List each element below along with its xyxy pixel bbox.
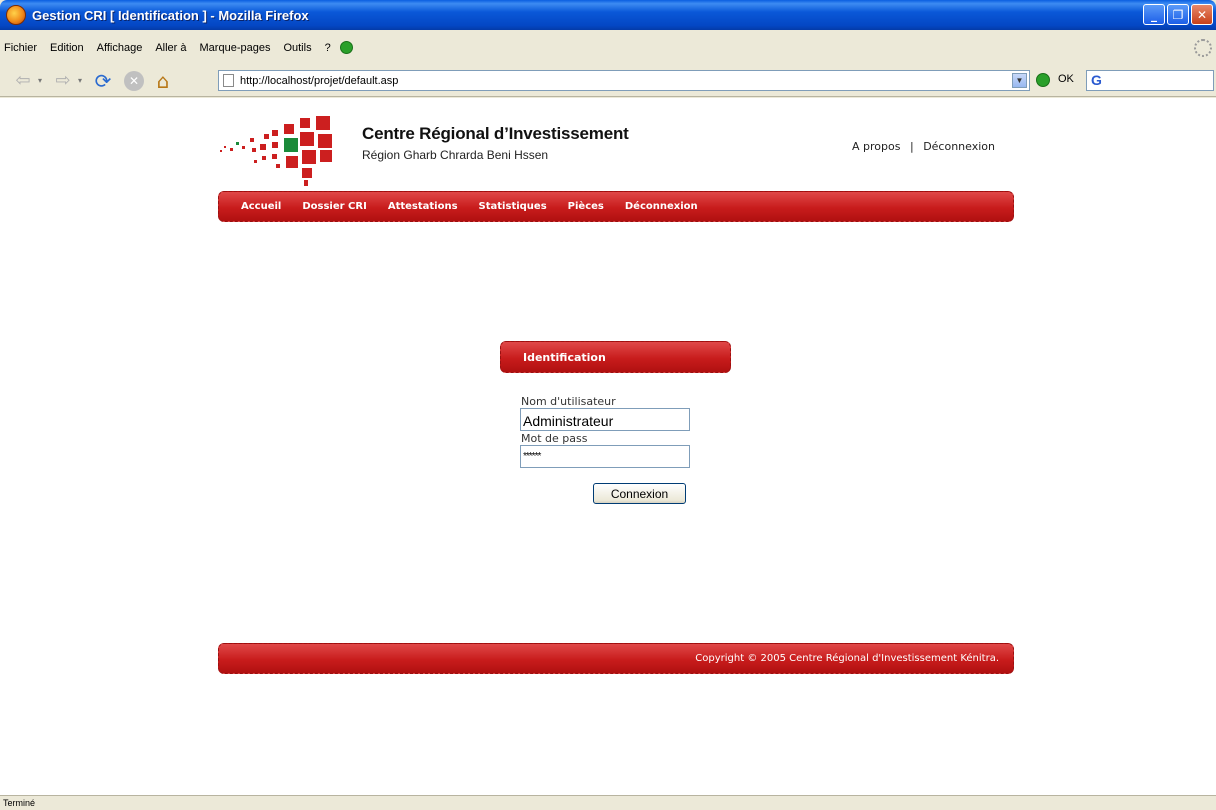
firefox-icon [6, 5, 26, 25]
password-field[interactable] [520, 445, 690, 468]
nav-pieces[interactable]: Pièces [568, 201, 604, 212]
throbber-icon [1194, 39, 1212, 57]
back-dropdown-icon[interactable]: ▾ [36, 70, 44, 92]
forward-arrow-icon[interactable]: ⇨ [52, 70, 74, 92]
stop-icon[interactable]: ✕ [124, 70, 144, 91]
nav-attestations[interactable]: Attestations [388, 201, 458, 212]
go-icon[interactable] [1036, 73, 1050, 87]
status-bar: Terminé [0, 795, 1216, 810]
reload-icon[interactable]: ⟳ [92, 69, 114, 93]
page-content: Centre Régional d’Investissement Région … [0, 98, 1216, 795]
menu-marque-pages[interactable]: Marque-pages [200, 42, 271, 54]
window-title-bar: Gestion CRI [ Identification ] - Mozilla… [0, 0, 1216, 30]
menu-edition[interactable]: Edition [50, 42, 84, 54]
menu-fichier[interactable]: Fichier [4, 42, 37, 54]
nav-accueil[interactable]: Accueil [241, 201, 281, 212]
status-text: Terminé [3, 798, 36, 808]
extension-icon[interactable] [339, 41, 353, 54]
username-field[interactable] [520, 408, 690, 431]
footer-bar: Copyright © 2005 Centre Régional d'Inves… [218, 643, 1014, 674]
maximize-button[interactable]: ❐ [1167, 4, 1189, 25]
login-header: Identification [500, 341, 731, 373]
menu-affichage[interactable]: Affichage [97, 42, 143, 54]
copyright-text: Copyright © 2005 Centre Régional d'Inves… [695, 653, 999, 664]
main-navigation: Accueil Dossier CRI Attestations Statist… [218, 191, 1014, 222]
menu-outils[interactable]: Outils [283, 42, 311, 54]
cri-logo [220, 116, 332, 186]
forward-dropdown-icon[interactable]: ▾ [76, 70, 84, 92]
site-subtitle: Région Gharb Chrarda Beni Hssen [362, 148, 549, 162]
link-separator: | [909, 140, 914, 153]
url-text[interactable]: http://localhost/projet/default.asp [240, 75, 398, 87]
nav-deconnexion[interactable]: Déconnexion [625, 201, 698, 212]
url-dropdown-icon[interactable]: ▼ [1012, 73, 1027, 88]
window-title: Gestion CRI [ Identification ] - Mozilla… [32, 7, 309, 23]
about-link[interactable]: A propos [852, 140, 900, 153]
address-bar[interactable]: http://localhost/projet/default.asp ▼ [218, 70, 1030, 91]
nav-statistiques[interactable]: Statistiques [479, 201, 547, 212]
menu-help[interactable]: ? [325, 42, 331, 54]
logout-link[interactable]: Déconnexion [923, 140, 995, 153]
navigation-toolbar: ⇦ ▾ ⇨ ▾ ⟳ ✕ ⌂ http://localhost/projet/de… [0, 65, 1216, 97]
go-button[interactable]: OK [1058, 73, 1074, 85]
top-links: A propos | Déconnexion [852, 140, 995, 153]
window-controls: _ ❐ ✕ [1143, 4, 1213, 25]
password-label: Mot de pass [521, 432, 588, 445]
close-button[interactable]: ✕ [1191, 4, 1213, 25]
menu-aller[interactable]: Aller à [155, 42, 186, 54]
connexion-button[interactable]: Connexion [593, 483, 686, 504]
page-icon [223, 74, 234, 87]
home-icon[interactable]: ⌂ [152, 69, 174, 93]
search-input[interactable]: G [1086, 70, 1214, 91]
nav-dossier-cri[interactable]: Dossier CRI [302, 201, 366, 212]
username-label: Nom d'utilisateur [521, 395, 616, 408]
minimize-button[interactable]: _ [1143, 4, 1165, 25]
back-arrow-icon[interactable]: ⇦ [12, 70, 34, 92]
site-title: Centre Régional d’Investissement [362, 124, 629, 143]
menu-bar: Fichier Edition Affichage Aller à Marque… [0, 30, 1216, 65]
